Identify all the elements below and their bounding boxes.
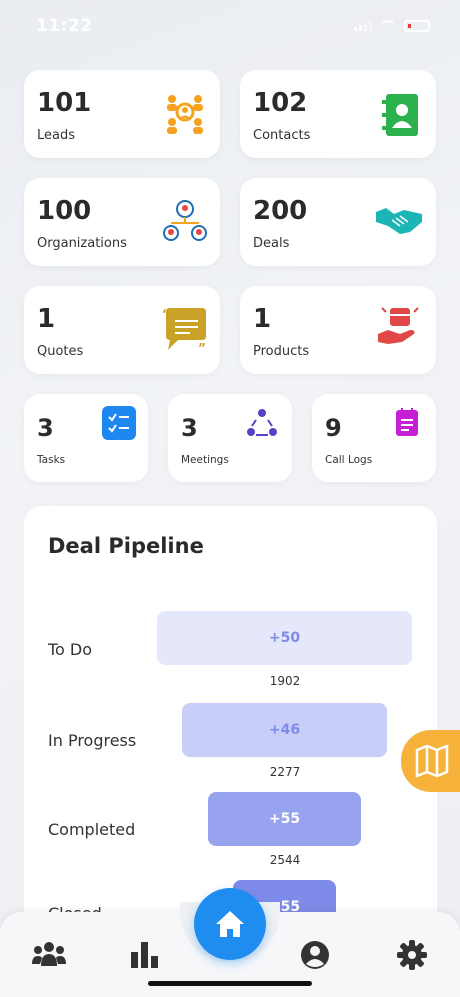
stage-bar-completed[interactable]: +55 [208, 792, 361, 846]
map-tab[interactable] [401, 730, 460, 792]
tasks-label: Tasks [37, 454, 66, 466]
stage-bar-todo[interactable]: +50 [157, 611, 412, 665]
organizations-count: 100 [37, 196, 92, 226]
pipeline-title: Deal Pipeline [48, 534, 204, 558]
home-button[interactable] [194, 888, 266, 960]
organizations-card[interactable]: 100 Organizations [24, 178, 220, 266]
products-icon [378, 307, 419, 344]
leads-icon [167, 95, 203, 134]
call-logs-icon [396, 408, 418, 436]
products-card[interactable]: 1 Products [240, 286, 436, 374]
quotes-icon: “ ” [162, 308, 206, 352]
handshake-icon [376, 208, 422, 234]
stage-bar-in-progress[interactable]: +46 [182, 703, 387, 757]
stage-value-completed: 2544 [269, 853, 301, 867]
svg-text:”: ” [198, 341, 206, 352]
wifi-icon [380, 20, 396, 32]
quotes-count: 1 [37, 304, 56, 334]
meetings-icon [247, 409, 277, 436]
svg-text:“: “ [162, 308, 170, 321]
call-logs-card[interactable]: 9 Call Logs [312, 394, 436, 482]
leads-label: Leads [37, 128, 76, 143]
chart-icon[interactable] [131, 940, 159, 968]
products-count: 1 [253, 304, 272, 334]
stage-label-completed: Completed [48, 820, 136, 839]
contacts-count: 102 [253, 88, 308, 118]
stage-delta-in-progress: +46 [268, 722, 301, 738]
meetings-count: 3 [181, 414, 198, 442]
stage-label-in-progress: In Progress [48, 731, 137, 750]
home-icon [216, 911, 244, 937]
stage-label-todo: To Do [48, 640, 93, 659]
tasks-count: 3 [37, 414, 54, 442]
stage-value-todo: 1902 [269, 674, 301, 688]
team-icon[interactable] [32, 940, 66, 968]
settings-icon[interactable] [397, 940, 427, 970]
products-label: Products [253, 344, 310, 359]
tasks-card[interactable]: 3 Tasks [24, 394, 148, 482]
quotes-card[interactable]: 1 Quotes “ ” [24, 286, 220, 374]
stage-delta-completed: +55 [268, 811, 301, 827]
deals-card[interactable]: 200 Deals [240, 178, 436, 266]
signal-icon [354, 21, 372, 31]
deals-label: Deals [253, 236, 290, 251]
deals-count: 200 [253, 196, 308, 226]
call-logs-label: Call Logs [325, 454, 373, 466]
leads-count: 101 [37, 88, 92, 118]
contacts-label: Contacts [253, 128, 311, 143]
map-icon [415, 744, 449, 778]
stage-value-in-progress: 2277 [269, 765, 301, 779]
status-bar: 11:22 [0, 0, 460, 56]
home-indicator [148, 981, 312, 986]
battery-icon [404, 20, 430, 32]
quotes-label: Quotes [37, 344, 84, 359]
leads-card[interactable]: 101 Leads [24, 70, 220, 158]
contacts-icon [382, 94, 418, 136]
tasks-icon [102, 406, 136, 440]
organizations-label: Organizations [37, 236, 127, 251]
organizations-icon [163, 200, 207, 241]
status-time: 11:22 [36, 16, 93, 36]
meetings-card[interactable]: 3 Meetings [168, 394, 292, 482]
call-logs-count: 9 [325, 414, 342, 442]
profile-icon[interactable] [300, 940, 330, 970]
stage-delta-todo: +50 [268, 630, 301, 646]
status-icons [354, 20, 430, 32]
contacts-card[interactable]: 102 Contacts [240, 70, 436, 158]
meetings-label: Meetings [181, 454, 229, 466]
